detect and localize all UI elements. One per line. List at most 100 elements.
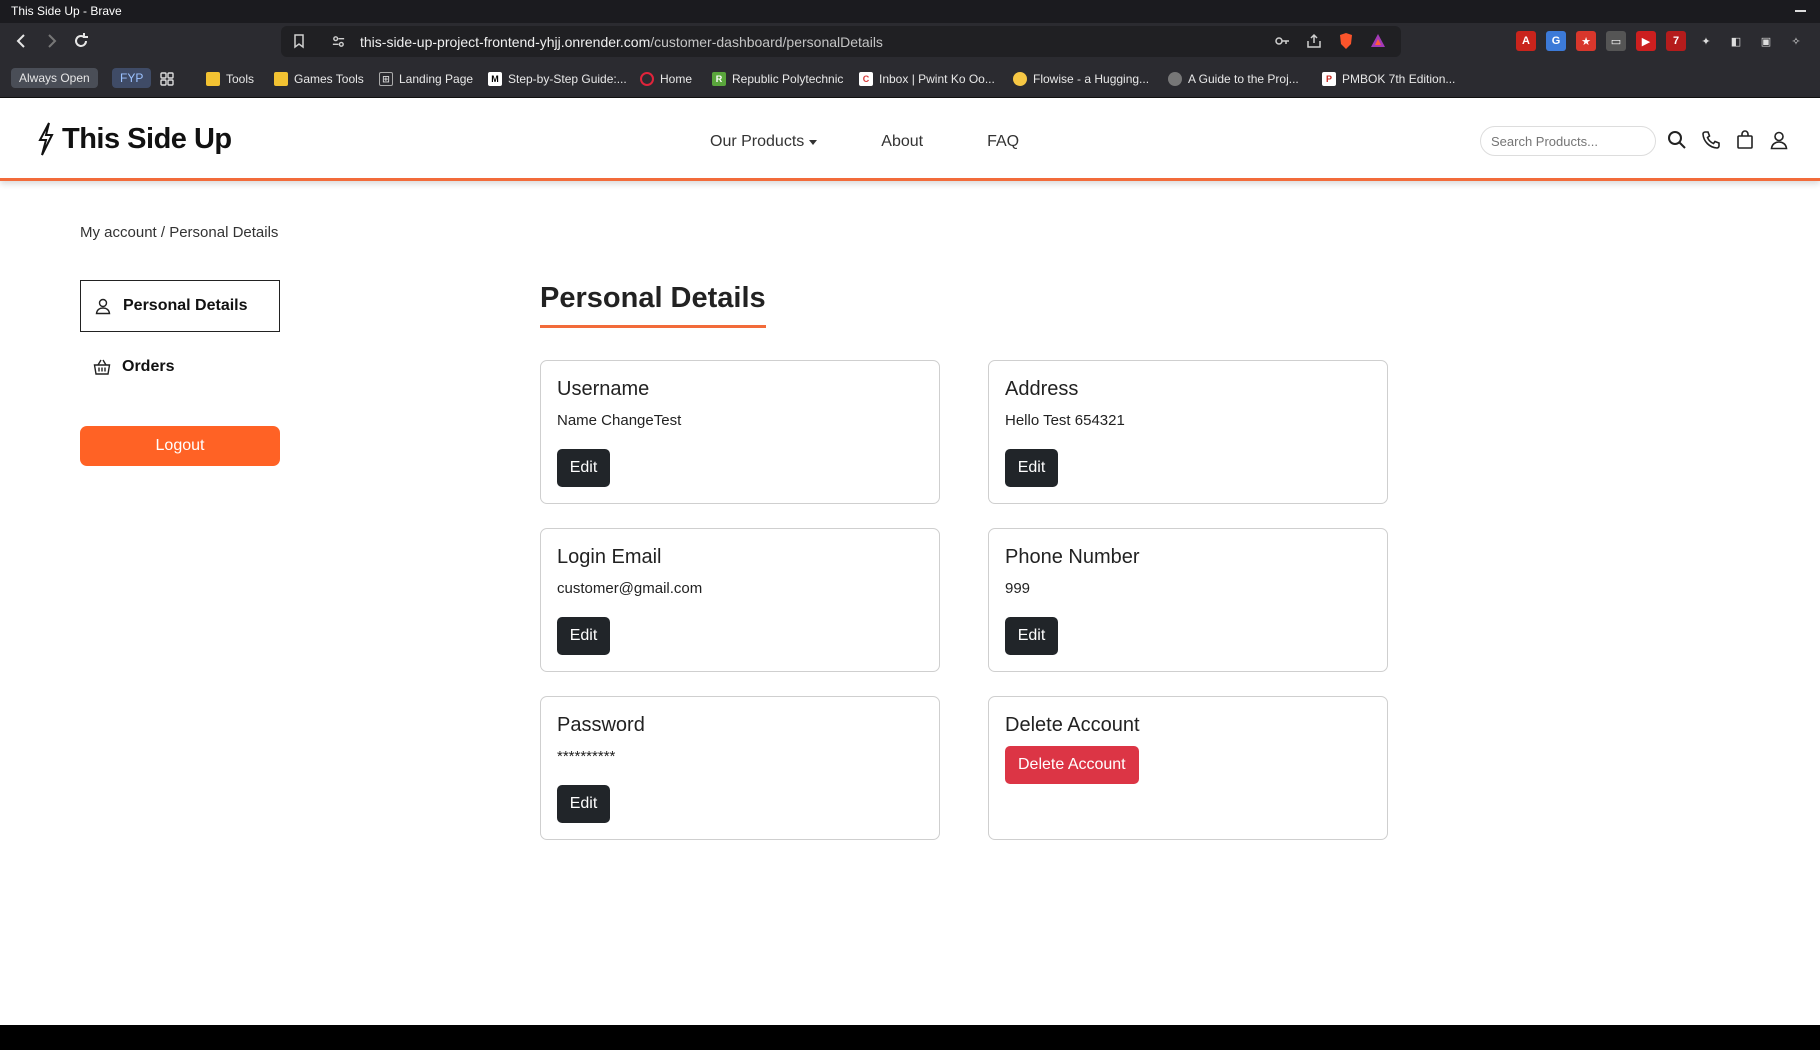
- reload-icon[interactable]: [71, 31, 91, 51]
- page-title: Personal Details: [540, 282, 766, 328]
- nav-faq[interactable]: FAQ: [987, 133, 1019, 151]
- bookmark-tools[interactable]: Tools: [206, 69, 254, 89]
- extension-card-icon[interactable]: ▭: [1606, 31, 1626, 51]
- pdf-icon: P: [1322, 72, 1336, 86]
- delete-account-title: Delete Account: [1005, 714, 1140, 736]
- wallet-icon[interactable]: ▣: [1756, 31, 1776, 51]
- key-icon[interactable]: [1273, 32, 1291, 50]
- share-icon[interactable]: [1305, 32, 1323, 50]
- bookmark-label: Flowise - a Hugging...: [1033, 72, 1150, 86]
- hugging-face-icon: [1013, 72, 1027, 86]
- breadcrumb: My account / Personal Details: [80, 224, 279, 241]
- url-host: this-side-up-project-frontend-yhjj.onren…: [360, 34, 651, 50]
- bookmark-label: PMBOK 7th Edition...: [1342, 72, 1456, 86]
- address-title: Address: [1005, 378, 1079, 400]
- window-titlebar: This Side Up - Brave: [0, 0, 1820, 23]
- email-value: customer@gmail.com: [557, 580, 703, 597]
- extension-badge-icon[interactable]: 7: [1666, 31, 1686, 51]
- taskbar-strip: [0, 1025, 1820, 1050]
- extension-red-icon[interactable]: ★: [1576, 31, 1596, 51]
- logout-button[interactable]: Logout: [80, 426, 280, 466]
- address-card: Address Hello Test 654321 Edit: [988, 360, 1388, 504]
- translate-extension-icon[interactable]: G: [1546, 31, 1566, 51]
- caret-down-icon: [809, 139, 818, 145]
- folder-icon: [206, 72, 220, 86]
- sidebar-toggle-icon[interactable]: ◧: [1726, 31, 1746, 51]
- extensions-bar: A G ★ ▭ ▶ 7 ✦ ◧ ▣ ✧: [1516, 31, 1806, 51]
- password-value: **********: [557, 748, 616, 765]
- bookmark-label: Republic Polytechnic: [732, 72, 844, 86]
- bookmark-games-tools[interactable]: Games Tools: [274, 69, 364, 89]
- medium-icon: M: [488, 72, 502, 86]
- grid-icon: ⊞: [379, 72, 393, 86]
- bookmark-landing-page[interactable]: ⊞ Landing Page: [379, 69, 473, 89]
- bookmark-tag-always-open[interactable]: Always Open: [11, 68, 98, 88]
- minimize-icon[interactable]: [1795, 10, 1806, 12]
- user-icon[interactable]: [1769, 130, 1789, 150]
- edit-password-button[interactable]: Edit: [557, 785, 610, 823]
- edit-username-button[interactable]: Edit: [557, 449, 610, 487]
- delete-account-button[interactable]: Delete Account: [1005, 746, 1139, 784]
- forward-icon[interactable]: [41, 31, 61, 51]
- bookmark-label: Tools: [226, 72, 255, 86]
- opera-icon: [640, 72, 654, 86]
- delete-account-card: Delete Account Delete Account: [988, 696, 1388, 840]
- sidebar-item-personal-details[interactable]: Personal Details: [80, 280, 280, 332]
- acrobat-extension-icon[interactable]: A: [1516, 31, 1536, 51]
- address-value: Hello Test 654321: [1005, 412, 1125, 429]
- nav-our-products[interactable]: Our Products: [710, 133, 818, 151]
- brave-shields-icon[interactable]: [1337, 32, 1355, 50]
- username-card: Username Name ChangeTest Edit: [540, 360, 940, 504]
- phone-icon[interactable]: [1701, 130, 1721, 150]
- sidebar-item-orders[interactable]: Orders: [80, 341, 280, 393]
- person-icon: [94, 297, 112, 315]
- bookmark-inbox[interactable]: C Inbox | Pwint Ko Oo...: [859, 69, 995, 89]
- bookmark-flowise[interactable]: Flowise - a Hugging...: [1013, 69, 1149, 89]
- edit-address-button[interactable]: Edit: [1005, 449, 1058, 487]
- bookmarks-bar: Always Open FYP Tools Games Tools ⊞ Landi…: [0, 60, 1820, 98]
- window-title: This Side Up - Brave: [11, 4, 122, 18]
- bookmark-republic-polytechnic[interactable]: R Republic Polytechnic: [712, 69, 843, 89]
- bookmark-tag-fyp[interactable]: FYP: [112, 68, 152, 88]
- leo-icon[interactable]: ✧: [1786, 31, 1806, 51]
- phone-value: 999: [1005, 580, 1031, 597]
- search-icon[interactable]: [1667, 130, 1687, 150]
- back-icon[interactable]: [12, 31, 32, 51]
- extension-youtube-icon[interactable]: ▶: [1636, 31, 1656, 51]
- extensions-puzzle-icon[interactable]: ✦: [1696, 31, 1716, 51]
- address-bar[interactable]: this-side-up-project-frontend-yhjj.onren…: [281, 26, 1401, 57]
- shopping-bag-icon[interactable]: [1735, 130, 1755, 150]
- nav-about[interactable]: About: [881, 133, 923, 151]
- bookmark-label: Landing Page: [399, 72, 474, 86]
- bolt-icon: [38, 122, 54, 156]
- edit-email-button[interactable]: Edit: [557, 617, 610, 655]
- phone-card: Phone Number 999 Edit: [988, 528, 1388, 672]
- url-text[interactable]: this-side-up-project-frontend-yhjj.onren…: [360, 34, 883, 50]
- brave-rewards-icon[interactable]: [1369, 32, 1387, 50]
- header-icons: [1667, 130, 1789, 150]
- bookmark-guide-project[interactable]: A Guide to the Proj...: [1168, 69, 1299, 89]
- apps-grid-icon[interactable]: [159, 69, 175, 89]
- folder-icon: [274, 72, 288, 86]
- site-settings-icon[interactable]: [331, 34, 346, 49]
- edit-phone-button[interactable]: Edit: [1005, 617, 1058, 655]
- bookmark-home[interactable]: Home: [640, 69, 692, 89]
- sidebar-item-label: Orders: [122, 358, 175, 375]
- site-header: This Side Up Our Products About FAQ: [0, 98, 1820, 181]
- bookmark-label: Home: [660, 72, 693, 86]
- brand-logo[interactable]: This Side Up: [36, 122, 232, 156]
- email-card: Login Email customer@gmail.com Edit: [540, 528, 940, 672]
- bookmark-pmbok[interactable]: P PMBOK 7th Edition...: [1322, 69, 1455, 89]
- username-value: Name ChangeTest: [557, 412, 682, 429]
- search-input[interactable]: [1480, 126, 1656, 156]
- bookmark-step-by-step[interactable]: M Step-by-Step Guide:...: [488, 69, 627, 89]
- password-title: Password: [557, 714, 645, 736]
- bookmark-icon[interactable]: [291, 33, 307, 49]
- globe-icon: [1168, 72, 1182, 86]
- sidebar-item-label: Personal Details: [123, 297, 248, 314]
- bookmark-label: Games Tools: [294, 72, 364, 86]
- mail-icon: C: [859, 72, 873, 86]
- bookmark-label: Step-by-Step Guide:...: [508, 72, 627, 86]
- page: This Side Up Our Products About FAQ My a…: [0, 98, 1820, 1025]
- bookmark-label: Inbox | Pwint Ko Oo...: [879, 72, 995, 86]
